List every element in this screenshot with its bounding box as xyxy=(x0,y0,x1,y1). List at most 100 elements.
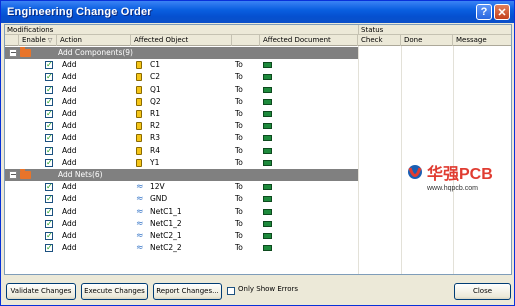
eco-dialog: Engineering Change Order ? ✕ Modificatio… xyxy=(0,0,515,306)
divider xyxy=(401,46,402,274)
enable-checkbox[interactable] xyxy=(45,132,53,144)
table-row[interactable]: Add C2 To xyxy=(5,71,360,83)
action-cell: Add xyxy=(62,121,77,131)
close-button[interactable]: Close xyxy=(454,283,511,300)
enable-checkbox[interactable] xyxy=(45,145,53,157)
report-changes-button[interactable]: Report Changes... xyxy=(153,283,222,300)
object-icon-cell: ≈ xyxy=(136,206,148,218)
column-header-message[interactable]: Message xyxy=(453,35,511,46)
table-row[interactable]: Add Q1 To xyxy=(5,84,360,96)
enable-checkbox[interactable] xyxy=(45,120,53,132)
column-header-check[interactable]: Check xyxy=(358,35,401,46)
component-icon xyxy=(136,158,142,167)
affected-document-cell xyxy=(263,157,272,170)
affected-object-cell: NetC2_1 xyxy=(150,231,182,240)
enable-checkbox[interactable] xyxy=(45,71,53,83)
title-bar[interactable]: Engineering Change Order ? ✕ xyxy=(1,1,514,23)
enable-checkbox[interactable] xyxy=(45,108,53,120)
affected-object-cell: R2 xyxy=(150,121,160,131)
affected-object-cell: NetC2_2 xyxy=(150,243,182,253)
affected-document-cell xyxy=(263,132,272,145)
column-header-expander xyxy=(5,35,19,46)
folder-icon xyxy=(20,47,31,57)
pcb-document-icon xyxy=(263,159,272,166)
validate-changes-button[interactable]: Validate Changes xyxy=(6,283,76,300)
folder-icon xyxy=(20,169,31,179)
table-row[interactable]: Add R2 To xyxy=(5,120,360,132)
to-cell: To xyxy=(235,182,243,192)
execute-changes-button[interactable]: Execute Changes xyxy=(81,283,148,300)
close-icon[interactable]: ✕ xyxy=(494,4,510,20)
to-cell: To xyxy=(235,231,243,240)
table-row[interactable]: Add ≈12V To xyxy=(5,181,360,193)
affected-object-cell: R4 xyxy=(150,145,160,155)
table-row[interactable]: Add ≈ GND To xyxy=(5,193,360,205)
group-row[interactable]: − Add Components(9) xyxy=(5,47,358,60)
affected-document-cell xyxy=(263,193,272,206)
to-cell: To xyxy=(235,84,243,94)
collapse-icon[interactable]: − xyxy=(9,171,17,179)
group-label: Add Components(9) xyxy=(58,48,133,57)
column-header-enable[interactable]: Enable ▽ xyxy=(19,35,57,46)
to-cell: To xyxy=(235,60,243,70)
component-icon xyxy=(136,97,142,106)
column-header-to[interactable] xyxy=(232,35,260,46)
table-row[interactable]: Add ≈ NetC2_1 To xyxy=(5,230,360,242)
changes-grid: Modifications Status Enable ▽ Action Aff… xyxy=(4,24,512,275)
collapse-icon[interactable]: − xyxy=(9,49,17,57)
table-row[interactable]: Add R1 To xyxy=(5,108,360,120)
column-header-affected-document[interactable]: Affected Document xyxy=(260,35,358,46)
table-row[interactable]: Add ≈ NetC2_2 To xyxy=(5,242,360,254)
column-header-action[interactable]: Action xyxy=(57,35,131,46)
component-icon xyxy=(136,85,142,94)
table-row[interactable]: Add ≈ NetC1_1 To xyxy=(5,206,360,218)
action-cell: Add xyxy=(62,133,77,143)
table-row[interactable]: Add C1 To xyxy=(5,59,360,71)
enable-checkbox[interactable] xyxy=(45,96,53,108)
enable-checkbox[interactable] xyxy=(45,59,53,71)
affected-document-cell xyxy=(263,120,272,133)
column-header-affected-object[interactable]: Affected Object xyxy=(131,35,232,46)
pcb-document-icon xyxy=(263,86,272,93)
group-row[interactable]: − Add Nets(6) xyxy=(5,169,358,182)
table-row[interactable]: Add R4 To xyxy=(5,145,360,157)
table-row[interactable]: Add R3 To xyxy=(5,132,360,144)
enable-checkbox[interactable] xyxy=(45,193,53,205)
enable-checkbox[interactable] xyxy=(45,218,53,230)
to-cell: To xyxy=(235,96,243,106)
action-cell: Add xyxy=(62,194,77,204)
table-row[interactable]: Add ≈ NetC1_2 To xyxy=(5,218,360,230)
only-show-errors-label: Only Show Errors xyxy=(238,285,299,293)
action-cell: Add xyxy=(62,206,77,216)
pcb-document-icon xyxy=(263,111,272,117)
table-row[interactable]: Add Q2 To xyxy=(5,96,360,108)
help-icon[interactable]: ? xyxy=(476,4,492,20)
action-cell: Add xyxy=(62,60,77,70)
watermark-url: www.hqpcb.com xyxy=(426,185,478,192)
net-icon: ≈ xyxy=(136,206,144,217)
action-cell: Add xyxy=(62,109,77,118)
enable-checkbox[interactable] xyxy=(45,206,53,218)
object-icon-cell: ≈ xyxy=(136,230,148,242)
to-cell: To xyxy=(235,133,243,143)
pcb-document-icon xyxy=(263,98,272,105)
only-show-errors-checkbox[interactable] xyxy=(227,287,235,295)
table-row[interactable]: Add Y1 To xyxy=(5,157,360,169)
enable-checkbox[interactable] xyxy=(45,242,53,254)
object-icon-cell: ≈ xyxy=(136,242,148,254)
enable-checkbox[interactable] xyxy=(45,181,53,193)
column-header-done[interactable]: Done xyxy=(401,35,453,46)
affected-document-cell xyxy=(263,242,272,255)
pcb-document-icon xyxy=(263,62,272,69)
affected-object-cell: Y1 xyxy=(150,157,160,167)
affected-object-cell: C1 xyxy=(150,60,161,70)
enable-checkbox[interactable] xyxy=(45,157,53,169)
pcb-document-icon xyxy=(263,147,272,154)
action-cell: Add xyxy=(62,218,77,228)
enable-checkbox[interactable] xyxy=(45,84,53,96)
enable-checkbox[interactable] xyxy=(45,230,53,242)
to-cell: To xyxy=(235,218,243,228)
affected-document-cell xyxy=(263,218,272,231)
affected-document-cell xyxy=(263,145,272,158)
group-header-status: Status xyxy=(358,25,511,35)
